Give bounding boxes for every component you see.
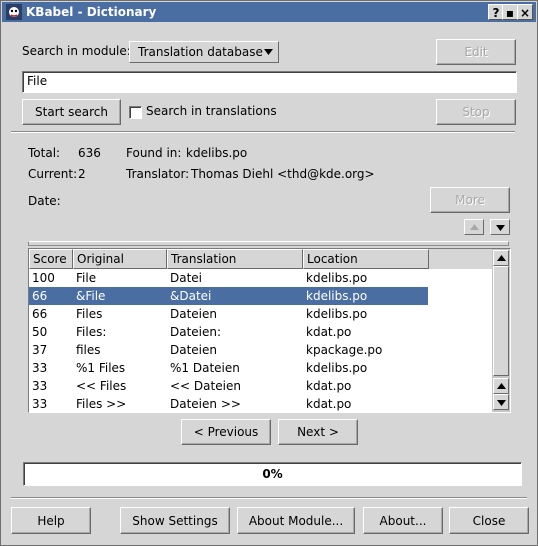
cell-location: kdelibs.po [306,289,368,303]
table-row[interactable]: 50 Files: Dateien: kdat.po [29,323,428,341]
cell-location: kdelibs.po [306,271,368,285]
cell-original: files [76,343,101,357]
table-row[interactable]: 100 File Datei kdelibs.po [29,269,428,287]
previous-button[interactable]: < Previous [181,419,271,445]
menu-title-button[interactable]: ▪ [502,4,518,20]
scroll-thumb[interactable] [493,266,509,376]
column-header-score[interactable]: Score [29,249,73,269]
cell-location: kpackage.po [306,343,383,357]
next-entry-button[interactable] [490,219,510,235]
arrow-down-icon [497,400,506,406]
cell-score: 100 [32,271,55,285]
table-row[interactable]: 66 Files Dateien kdelibs.po [29,305,428,323]
cell-translation: %1 Dateien [170,361,240,375]
cell-translation: << Dateien [170,379,241,393]
table-row[interactable]: 33 Files >> Dateien >> kdat.po [29,395,428,412]
next-button[interactable]: Next > [278,419,358,445]
previous-entry-button[interactable] [464,219,484,235]
column-header-location[interactable]: Location [303,249,429,269]
found-in-label: Found in: [126,146,182,160]
cell-original: %1 Files [76,361,126,375]
cell-score: 66 [32,307,48,321]
scroll-down-button[interactable] [493,394,509,410]
cell-original: Files: [76,325,107,339]
cell-translation: Dateien [170,307,218,321]
about-button[interactable]: About... [363,507,443,534]
cell-location: kdat.po [306,397,352,411]
chevron-down-icon [496,225,505,231]
help-button[interactable]: Help [11,507,91,534]
close-title-button[interactable]: × [517,4,533,20]
found-in-value: kdelibs.po [186,146,248,160]
kbabel-app-icon [6,4,22,20]
search-in-translations-label: Search in translations [146,104,277,118]
cell-score: 37 [32,343,48,357]
cell-score: 33 [32,379,48,393]
cell-score: 33 [32,397,48,411]
dictionary-window: KBabel - Dictionary ? ▪ × Search in modu… [0,0,538,546]
cell-location: kdat.po [306,379,352,393]
separator [11,497,527,499]
results-list[interactable]: Score Original Translation Location 100 F… [28,248,511,413]
close-button[interactable]: Close [449,507,529,534]
module-select[interactable]: Translation database [129,41,279,63]
table-row[interactable]: 66 &File &Datei kdelibs.po [29,287,428,305]
about-module-button[interactable]: About Module... [237,507,355,534]
chevron-up-icon [470,224,479,230]
search-input[interactable]: File [22,71,517,93]
module-select-value: Translation database [138,45,263,59]
cell-original: Files >> [76,397,127,411]
cell-original: File [76,271,97,285]
search-in-translations-checkbox[interactable] [129,106,142,119]
current-label: Current: [28,167,78,181]
cell-translation: Datei [170,271,203,285]
module-label: Search in module: [22,44,131,58]
progress-text: 0% [262,467,283,481]
arrow-up-icon [497,383,506,389]
scroll-up-button-lower[interactable] [493,378,509,394]
cell-original: &File [76,289,106,303]
cell-location: kdelibs.po [306,307,368,321]
splitter-handle[interactable] [28,241,509,246]
window-title: KBabel - Dictionary [26,5,157,19]
cell-translation: &Datei [170,289,212,303]
arrow-up-icon [497,255,506,261]
table-row[interactable]: 37 files Dateien kpackage.po [29,341,428,359]
column-header-original[interactable]: Original [73,249,167,269]
total-label: Total: [28,146,61,160]
translator-value: Thomas Diehl <thd@kde.org> [191,167,375,181]
cell-score: 33 [32,361,48,375]
scroll-up-button[interactable] [493,250,509,266]
cell-location: kdelibs.po [306,361,368,375]
cell-translation: Dateien: [170,325,222,339]
edit-button[interactable]: Edit [436,39,516,65]
cell-translation: Dateien [170,343,218,357]
cell-score: 50 [32,325,48,339]
current-value: 2 [78,167,86,181]
table-row[interactable]: 33 %1 Files %1 Dateien kdelibs.po [29,359,428,377]
progress-bar: 0% [23,462,522,486]
table-row[interactable]: 33 << Files << Dateien kdat.po [29,377,428,395]
translator-label: Translator: [126,167,190,181]
column-header-translation[interactable]: Translation [167,249,303,269]
cell-score: 66 [32,289,48,303]
total-value: 636 [78,146,101,160]
cell-location: kdat.po [306,325,352,339]
title-bar[interactable]: KBabel - Dictionary ? ▪ × [2,2,536,22]
start-search-button[interactable]: Start search [22,99,121,125]
chevron-down-icon [264,49,273,55]
cell-original: << Files [76,379,127,393]
results-scrollbar[interactable] [492,249,510,412]
separator [11,131,515,133]
stop-button[interactable]: Stop [436,99,516,125]
column-header-filler [429,249,492,269]
more-button[interactable]: More [430,187,510,213]
show-settings-button[interactable]: Show Settings [120,507,230,534]
cell-original: Files [76,307,103,321]
date-label: Date: [28,194,61,208]
cell-translation: Dateien >> [170,397,241,411]
